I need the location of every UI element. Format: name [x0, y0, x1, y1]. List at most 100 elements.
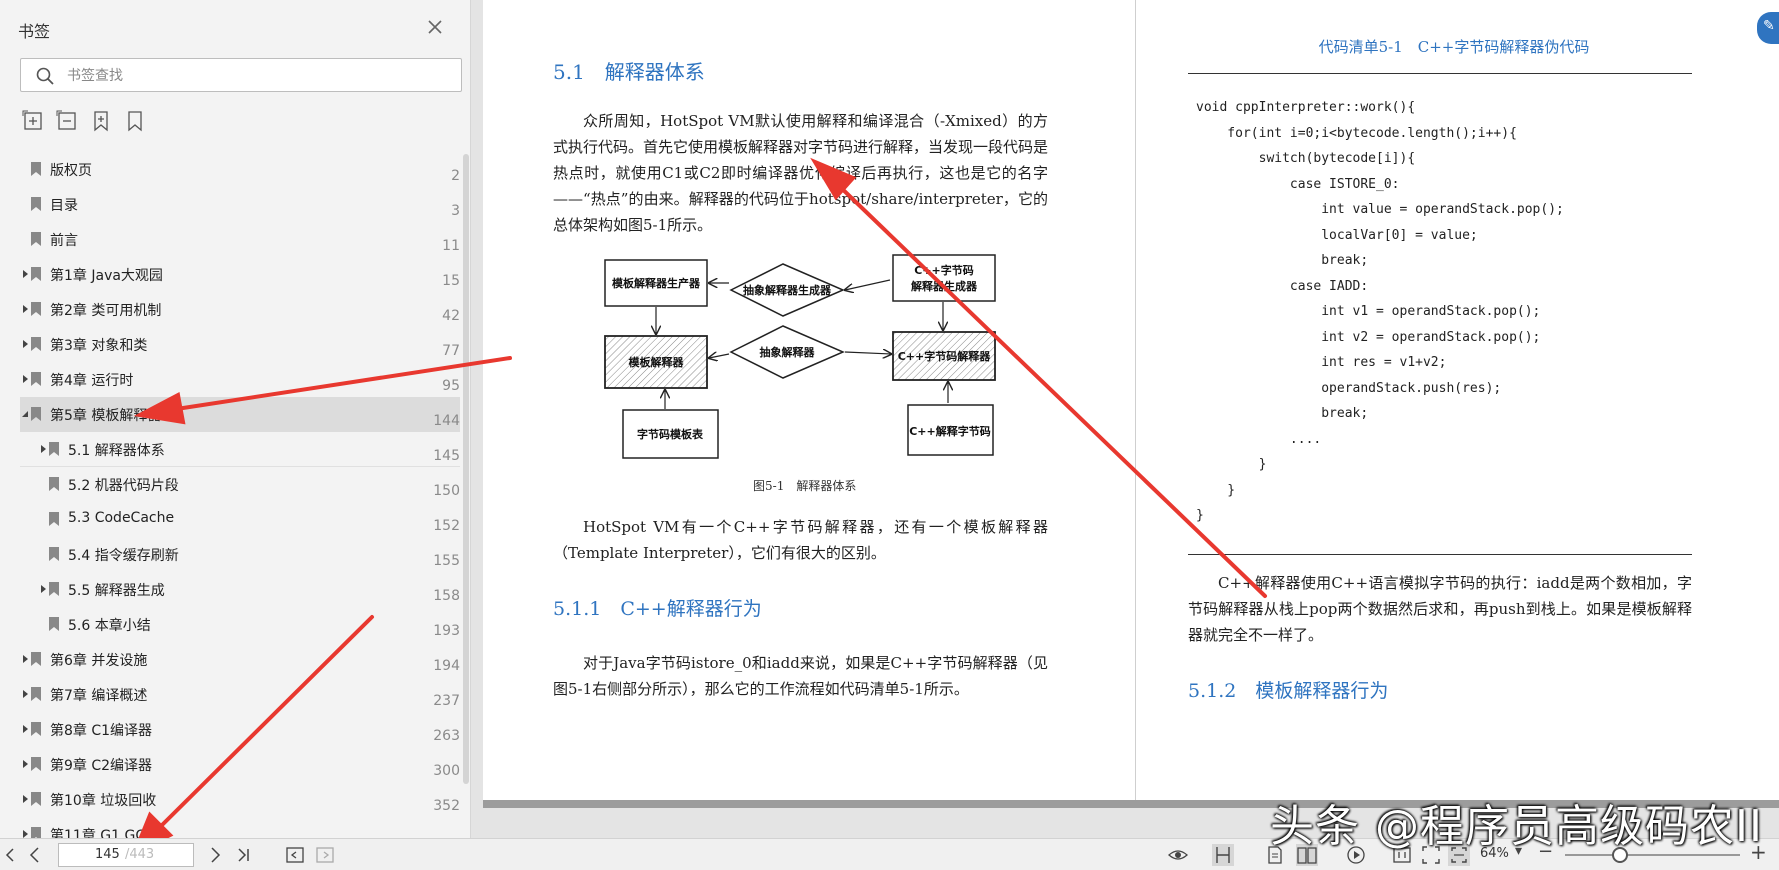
section-title: 5.1 解释器体系 — [553, 60, 705, 84]
bookmark-page-number: 3 — [451, 203, 460, 219]
total-pages: /443 — [125, 847, 155, 862]
bookmark-page-number: 263 — [433, 728, 460, 744]
paragraph: 对于Java字节码istore_0和iadd来说，如果是C++字节码解释器（见图… — [553, 654, 1048, 698]
single-page-view-icon[interactable] — [1212, 844, 1234, 866]
collapsed-triangle-icon[interactable] — [20, 339, 30, 349]
bookmark-page-number: 352 — [433, 798, 460, 814]
collapsed-triangle-icon[interactable] — [20, 689, 30, 699]
bookmark-icon — [31, 757, 41, 771]
collapsed-triangle-icon[interactable] — [20, 304, 30, 314]
bookmark-page-number: 158 — [433, 588, 460, 604]
bookmark-page-number: 144 — [433, 413, 460, 429]
back-icon[interactable] — [284, 844, 306, 866]
collapsed-triangle-icon[interactable] — [20, 829, 30, 838]
collapse-all-icon[interactable] — [56, 110, 78, 132]
bookmark-item[interactable]: 5.2 机器代码片段 150 — [20, 467, 460, 502]
add-bookmark-icon[interactable] — [90, 110, 112, 132]
code-listing: void cppInterpreter::work(){ for(int i=0… — [1196, 100, 1564, 523]
bookmark-page-number: 194 — [433, 658, 460, 674]
bookmark-page-number: 145 — [433, 448, 460, 464]
figure-interpreter-architecture: 模板解释器生产器 抽象解释器生成器 C++字节码 解释器生成器 模板解释器 抽象… — [604, 254, 996, 459]
bookmark-page-number: 11 — [442, 238, 460, 254]
bookmark-page-number: 77 — [442, 343, 460, 359]
figure-box-cpp-interpreter: C++字节码解释器 — [898, 349, 992, 363]
collapsed-triangle-icon[interactable] — [20, 374, 30, 384]
bookmark-label: 目录 — [50, 198, 78, 214]
bookmark-page-number: 15 — [442, 273, 460, 289]
bookmark-label: 5.3 CodeCache — [68, 510, 175, 526]
bookmark-item[interactable]: 第11章 G1 GC — [20, 817, 460, 838]
first-page-icon[interactable] — [0, 844, 22, 866]
bookmark-label: 第1章 Java大观园 — [50, 268, 163, 284]
expanded-triangle-icon[interactable] — [20, 409, 30, 419]
collapsed-triangle-icon[interactable] — [20, 724, 30, 734]
collapsed-triangle-icon[interactable] — [20, 654, 30, 664]
bookmark-icon — [31, 407, 41, 421]
eye-icon[interactable] — [1167, 844, 1189, 866]
paragraph: 众所周知，HotSpot VM默认使用解释和编译混合（-Xmixed）的方式执行… — [553, 112, 1049, 234]
bookmark-page-number: 237 — [433, 693, 460, 709]
bookmark-item[interactable]: 前言 11 — [20, 222, 460, 257]
bookmark-item[interactable]: 第7章 编译概述 237 — [20, 677, 460, 712]
bookmark-label: 第3章 对象和类 — [50, 338, 148, 354]
document-view[interactable]: 5.1 解释器体系 众所周知，HotSpot VM默认使用解释和编译混合（-Xm… — [471, 0, 1779, 838]
bookmark-scrollbar[interactable] — [463, 154, 469, 784]
bookmark-search[interactable] — [20, 58, 462, 92]
bookmark-item[interactable]: 目录 3 — [20, 187, 460, 222]
figure-box-cpp-bytecode: C++解释字节码 — [909, 424, 991, 438]
bookmark-item[interactable]: 第1章 Java大观园 15 — [20, 257, 460, 292]
forward-icon[interactable] — [314, 844, 336, 866]
collapsed-triangle-icon[interactable] — [20, 759, 30, 769]
figure-box-abstract-generator: 抽象解释器生成器 — [743, 283, 832, 297]
code-listing-title: 代码清单5-1 C++字节码解释器伪代码 — [1318, 38, 1590, 56]
collapsed-triangle-icon[interactable] — [20, 794, 30, 804]
bookmark-item[interactable]: 第4章 运行时 95 — [20, 362, 460, 397]
bookmark-item[interactable]: 5.6 本章小结 193 — [20, 607, 460, 642]
bookmark-label: 5.1 解释器体系 — [68, 443, 165, 459]
bookmark-item[interactable]: 第5章 模板解释器 144 — [20, 397, 460, 432]
bookmark-page-number: 155 — [433, 553, 460, 569]
bookmark-item[interactable]: 5.5 解释器生成 158 — [20, 572, 460, 607]
bookmark-item[interactable]: 第8章 C1编译器 263 — [20, 712, 460, 747]
bookmark-item[interactable]: 5.4 指令缓存刷新 155 — [20, 537, 460, 572]
page-number-input[interactable]: 145 /443 — [58, 843, 194, 867]
listing-top-rule — [1188, 73, 1692, 74]
expand-all-icon[interactable] — [22, 110, 44, 132]
bookmark-icon — [49, 477, 59, 491]
bookmark-search-input[interactable] — [65, 63, 449, 89]
bookmark-item[interactable]: 5.3 CodeCache 152 — [20, 502, 460, 537]
bookmark-icon — [49, 512, 59, 526]
bookmark-icon[interactable] — [124, 110, 146, 132]
floating-assistant-icon[interactable]: ✎ — [1757, 12, 1779, 44]
bookmark-panel-title: 书签 — [18, 22, 51, 41]
collapsed-triangle-icon[interactable] — [20, 269, 30, 279]
bookmark-panel-header: 书签 — [0, 0, 470, 56]
bookmark-item[interactable]: 第3章 对象和类 77 — [20, 327, 460, 362]
page-146: 代码清单5-1 C++字节码解释器伪代码 void cppInterpreter… — [1136, 0, 1779, 800]
figure-box-template-interpreter: 模板解释器 — [629, 355, 685, 369]
previous-page-icon[interactable] — [24, 844, 46, 866]
last-page-icon[interactable] — [232, 844, 254, 866]
bookmark-label: 第8章 C1编译器 — [50, 723, 153, 739]
paragraph: C++解释器使用C++语言模拟字节码的执行：iadd是两个数相加，字节码解释器从… — [1188, 574, 1692, 644]
bookmark-icon — [31, 372, 41, 386]
zoom-slider[interactable] — [1565, 854, 1740, 856]
next-page-icon[interactable] — [204, 844, 226, 866]
figure-box-abstract-interpreter: 抽象解释器 — [760, 345, 816, 359]
bookmark-item[interactable]: 第9章 C2编译器 300 — [20, 747, 460, 782]
collapsed-triangle-icon[interactable] — [38, 444, 48, 454]
bookmark-item[interactable]: 5.1 解释器体系 145 — [20, 432, 460, 467]
collapsed-triangle-icon[interactable] — [38, 584, 48, 594]
bookmark-icon — [31, 792, 41, 806]
bookmark-item[interactable]: 第10章 垃圾回收 352 — [20, 782, 460, 817]
bookmark-item[interactable]: 第6章 并发设施 194 — [20, 642, 460, 677]
bookmark-item[interactable]: 第2章 类可用机制 42 — [20, 292, 460, 327]
bookmark-icon — [31, 302, 41, 316]
bookmark-icon — [31, 687, 41, 701]
bookmark-label: 第4章 运行时 — [50, 373, 134, 389]
bookmark-item[interactable]: 版权页 2 — [20, 152, 460, 187]
close-icon[interactable] — [422, 14, 448, 40]
figure-box-template-generator: 模板解释器生产器 — [612, 276, 701, 290]
bookmark-icon — [31, 197, 41, 211]
figure-box-cpp-generator-line2: 解释器生成器 — [911, 279, 978, 293]
